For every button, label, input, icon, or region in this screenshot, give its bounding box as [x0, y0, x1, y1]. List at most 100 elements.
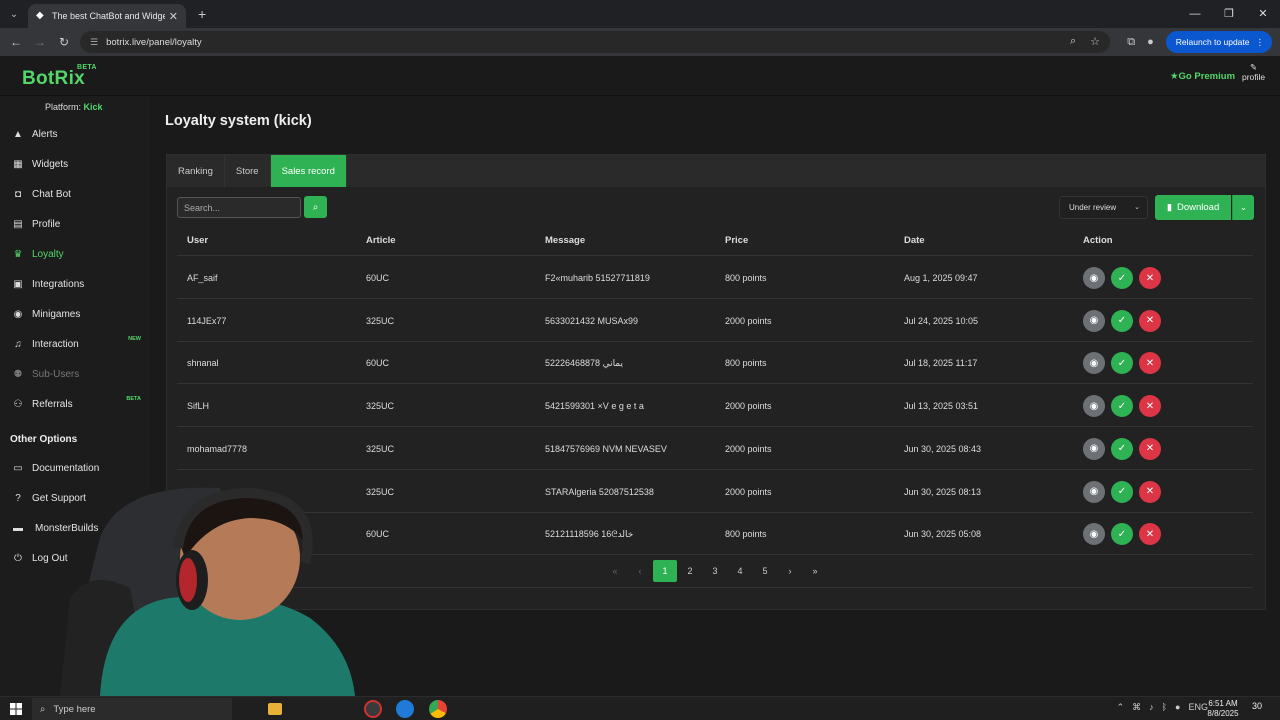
status-filter-select[interactable]: Under review ⌄ [1059, 196, 1148, 219]
tab-ranking[interactable]: Ranking [167, 155, 225, 187]
minimize-icon[interactable]: — [1178, 0, 1212, 28]
close-icon: ✕ [1145, 486, 1155, 497]
page-5-button[interactable]: 5 [753, 560, 777, 582]
close-window-icon[interactable]: ✕ [1246, 0, 1280, 28]
sidebar-item-widgets[interactable]: ▦ Widgets [0, 151, 150, 177]
approve-button[interactable]: ✓ [1111, 480, 1133, 503]
cell-message: STARAlgeria 52087512538 [545, 486, 654, 497]
notifications-icon[interactable]: 30 [1252, 701, 1262, 711]
chrome-icon[interactable] [429, 700, 447, 718]
sidebar-item-loyalty[interactable]: ♛ Loyalty [0, 241, 150, 267]
close-tab-icon[interactable]: ✕ [169, 10, 178, 23]
next-page-icon[interactable]: › [778, 560, 802, 582]
new-tab-icon[interactable]: + [198, 6, 206, 22]
reject-button[interactable]: ✕ [1139, 267, 1161, 289]
browser-tab-title: The best ChatBot and Widgets [52, 11, 165, 21]
microphone-icon[interactable]: ● [1175, 702, 1180, 713]
url-text: botrix.live/panel/loyalty [106, 36, 202, 48]
sidebar-item-label: Documentation [32, 462, 100, 474]
page-title: Loyalty system (kick) [165, 113, 312, 129]
search-input[interactable] [177, 197, 301, 218]
sidebar-item-chat-bot[interactable]: ◘ Chat Bot [0, 181, 150, 207]
tab-store[interactable]: Store [225, 155, 271, 187]
obs-icon[interactable] [364, 700, 382, 718]
botrix-logo[interactable]: BotRix BETA [22, 64, 96, 90]
browser-tab[interactable]: ◆ The best ChatBot and Widgets ✕ [28, 4, 186, 28]
clock-time: 6:51 AM [1208, 699, 1238, 708]
network-icon[interactable]: ⌘ [1132, 702, 1141, 713]
view-button[interactable]: ◉ [1083, 352, 1105, 375]
extensions-icon[interactable]: ⧉ [1127, 36, 1135, 49]
go-premium-link[interactable]: ★Go Premium [1170, 71, 1235, 82]
profile-avatar-icon[interactable]: ● [1147, 36, 1154, 48]
download-dropdown-button[interactable]: ⌄ [1232, 195, 1254, 220]
download-label: Download [1176, 202, 1220, 213]
restore-icon[interactable]: ❐ [1212, 0, 1246, 28]
download-button[interactable]: ▮ Download [1155, 195, 1231, 220]
approve-button[interactable]: ✓ [1111, 352, 1133, 375]
approve-button[interactable]: ✓ [1111, 395, 1133, 418]
app-icon[interactable] [396, 700, 414, 718]
site-info-icon[interactable]: ☰ [90, 37, 98, 48]
view-button[interactable]: ◉ [1083, 480, 1105, 503]
reject-button[interactable]: ✕ [1139, 480, 1161, 503]
cell-message: 51847576969 NVM NEVASEV [545, 443, 667, 454]
approve-button[interactable]: ✓ [1111, 267, 1133, 289]
first-page-icon[interactable]: « [603, 560, 627, 582]
bookmark-star-icon[interactable]: ☆ [1090, 35, 1100, 48]
tab-sales-record[interactable]: Sales record [270, 155, 347, 187]
zoom-icon[interactable]: ⌕ [1070, 35, 1076, 48]
page-2-button[interactable]: 2 [678, 560, 702, 582]
sidebar-item-minigames[interactable]: ◉ Minigames [0, 301, 150, 327]
reject-button[interactable]: ✕ [1139, 352, 1161, 375]
profile-link[interactable]: ✎ profile [1242, 62, 1265, 82]
address-bar[interactable]: ☰ botrix.live/panel/loyalty ⌕ ☆ [80, 31, 1110, 53]
view-button[interactable]: ◉ [1083, 309, 1105, 332]
page-3-button[interactable]: 3 [703, 560, 727, 582]
windows-taskbar: ⌕ Type here ⌃ ⌘ ♪ ᛒ ● ENG 6:51 AM 8/8/20… [0, 696, 1280, 720]
view-button[interactable]: ◉ [1083, 395, 1105, 418]
platform-label: Platform: [45, 102, 82, 112]
cell-user: SifLH [187, 401, 210, 412]
eye-icon: ◉ [1089, 486, 1099, 497]
search-button[interactable]: ⌕ [304, 196, 327, 218]
reject-button[interactable]: ✕ [1139, 309, 1161, 332]
reject-button[interactable]: ✕ [1139, 437, 1161, 460]
sidebar-item-sub-users[interactable]: ⚉ Sub-Users [0, 361, 150, 387]
page-4-button[interactable]: 4 [728, 560, 752, 582]
approve-button[interactable]: ✓ [1111, 309, 1133, 332]
windows-start-icon[interactable] [10, 703, 22, 715]
sidebar-item-referrals[interactable]: ⚇ Referrals BETA [0, 391, 150, 417]
forward-icon[interactable]: → [28, 35, 52, 49]
volume-icon[interactable]: ♪ [1149, 702, 1154, 713]
logout-icon: ⏻ [14, 552, 22, 564]
approve-button[interactable]: ✓ [1111, 437, 1133, 460]
reject-button[interactable]: ✕ [1139, 523, 1161, 546]
sidebar-item-interaction[interactable]: ♫ Interaction NEW [0, 331, 150, 357]
chevron-up-icon[interactable]: ⌃ [1117, 702, 1125, 713]
cell-date: Jun 30, 2025 08:43 [904, 443, 982, 454]
file-explorer-icon[interactable] [268, 703, 282, 715]
sidebar-item-profile[interactable]: ▤ Profile [0, 211, 150, 237]
sidebar-item-alerts[interactable]: ▲ Alerts [0, 121, 150, 147]
view-button[interactable]: ◉ [1083, 437, 1105, 460]
previous-page-icon[interactable]: ‹ [628, 560, 652, 582]
cell-user: shnanal [187, 358, 219, 369]
view-button[interactable]: ◉ [1083, 523, 1105, 546]
taskbar-search[interactable]: ⌕ Type here [32, 698, 232, 720]
taskbar-clock[interactable]: 6:51 AM 8/8/2025 [1200, 699, 1246, 719]
tab-search-chevron-icon[interactable]: ⌄ [0, 0, 28, 28]
page-1-button[interactable]: 1 [653, 560, 677, 582]
sidebar-item-integrations[interactable]: ▣ Integrations [0, 271, 150, 297]
cell-date: Jul 24, 2025 10:05 [904, 315, 979, 326]
approve-button[interactable]: ✓ [1111, 523, 1133, 546]
back-icon[interactable]: ← [4, 35, 28, 49]
last-page-icon[interactable]: » [803, 560, 827, 582]
reject-button[interactable]: ✕ [1139, 395, 1161, 418]
view-button[interactable]: ◉ [1083, 267, 1105, 289]
eye-icon: ◉ [1089, 400, 1099, 412]
bluetooth-icon[interactable]: ᛒ [1162, 702, 1167, 713]
relaunch-button[interactable]: Relaunch to update ⋮ [1165, 31, 1272, 53]
reload-icon[interactable]: ↻ [52, 35, 76, 49]
cell-user: 114JEx77 [187, 315, 227, 326]
